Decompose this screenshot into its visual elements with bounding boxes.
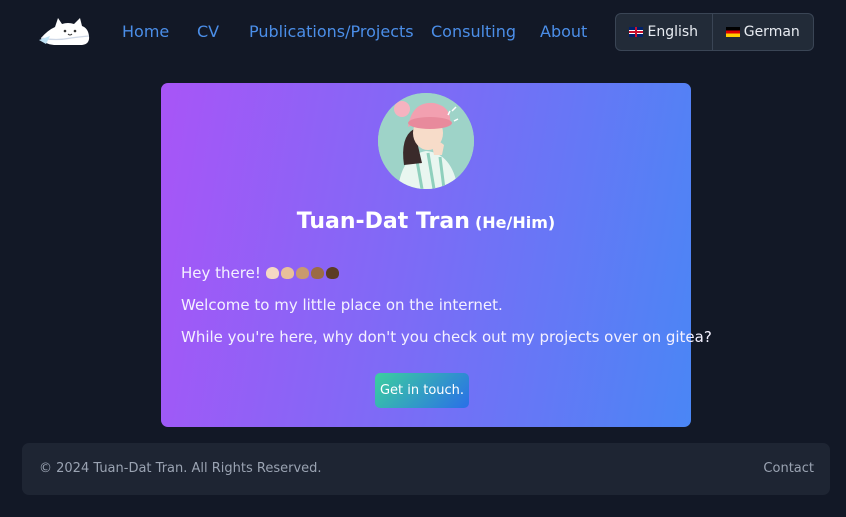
language-english-label: English xyxy=(647,24,699,40)
greeting-text: Hey there! xyxy=(181,264,261,282)
language-english-button[interactable]: English xyxy=(616,14,713,50)
greeting-line: Hey there! xyxy=(181,264,341,282)
cat-logo-icon[interactable] xyxy=(38,14,92,48)
footer: © 2024 Tuan-Dat Tran. All Rights Reserve… xyxy=(22,443,830,495)
nav-link-about[interactable]: About xyxy=(540,22,587,41)
projects-text: While you're here, why don't you check o… xyxy=(181,328,712,346)
nav-link-publications-projects[interactable]: Publications/Projects xyxy=(249,22,414,41)
language-german-button[interactable]: German xyxy=(713,14,813,50)
contact-link[interactable]: Contact xyxy=(763,461,814,476)
avatar xyxy=(378,93,474,189)
wave-hand-icon xyxy=(280,267,294,279)
wave-hand-icon xyxy=(295,267,309,279)
german-flag-icon xyxy=(725,27,740,37)
nav-link-home[interactable]: Home xyxy=(122,22,169,41)
full-name: Tuan-Dat Tran xyxy=(296,209,470,234)
wave-hand-icon xyxy=(325,267,339,279)
name-heading: Tuan-Dat Tran (He/Him) xyxy=(161,209,691,234)
wave-hand-icon xyxy=(265,267,279,279)
copyright-text: © 2024 Tuan-Dat Tran. All Rights Reserve… xyxy=(39,461,322,476)
nav-link-consulting[interactable]: Consulting xyxy=(431,22,516,41)
uk-flag-icon xyxy=(629,27,644,37)
wave-hand-icon xyxy=(310,267,324,279)
nav-link-cv[interactable]: CV xyxy=(197,22,219,41)
language-german-label: German xyxy=(743,24,800,40)
intro-card: Tuan-Dat Tran (He/Him) Hey there! Welcom… xyxy=(161,83,712,427)
language-switcher: English German xyxy=(615,13,814,51)
waving-hands-icon xyxy=(265,264,341,282)
welcome-text: Welcome to my little place on the intern… xyxy=(181,296,503,314)
pronouns: (He/Him) xyxy=(474,213,556,232)
top-navbar: Home CV Publications/Projects Consulting… xyxy=(0,0,846,66)
get-in-touch-button[interactable]: Get in touch. xyxy=(375,373,469,408)
